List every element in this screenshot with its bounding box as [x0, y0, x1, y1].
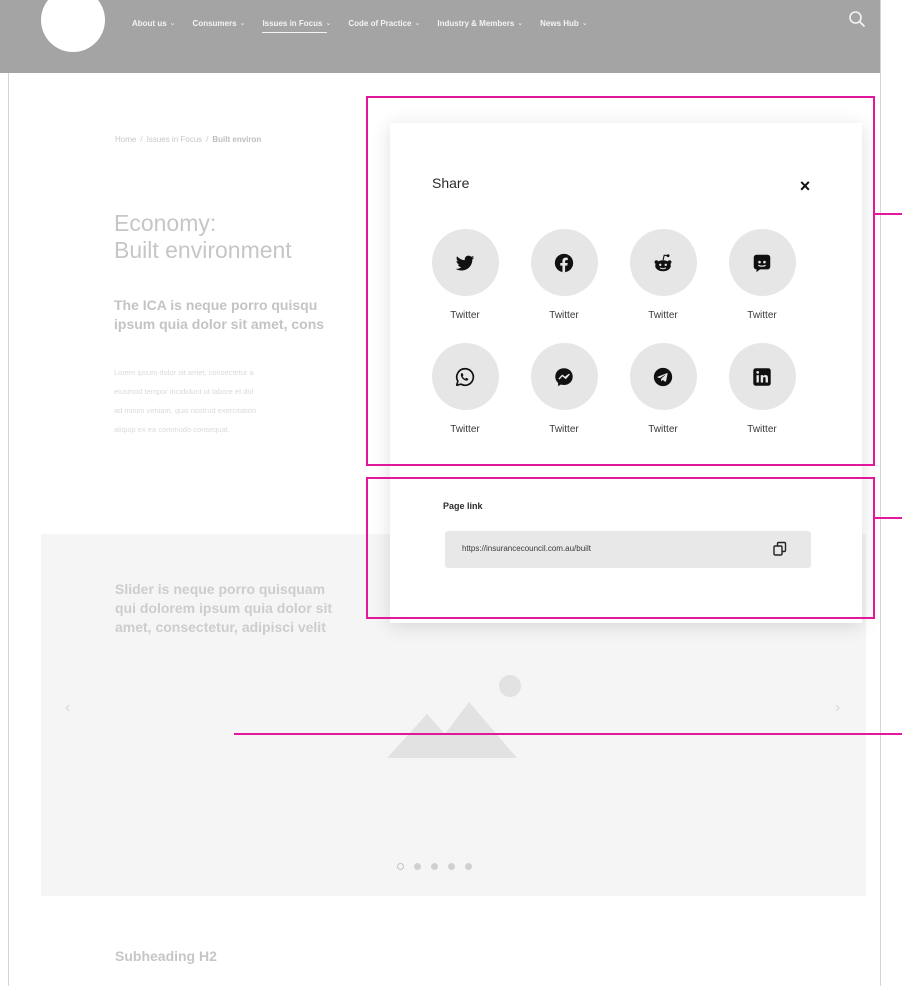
slider-dot[interactable]	[397, 863, 404, 870]
annotation-leader-line	[873, 517, 902, 519]
breadcrumb-section[interactable]: Issues in Focus	[147, 135, 203, 144]
chevron-down-icon: ⌄	[517, 20, 524, 27]
nav-item-industry-members[interactable]: Industry & Members ⌄	[437, 13, 523, 33]
nav-item-issues-in-focus[interactable]: Issues in Focus ⌄	[262, 13, 331, 33]
annotation-leader-line	[873, 213, 902, 215]
annotation-leader-line-slider	[234, 733, 902, 735]
intro-paragraph: The ICA is neque porro quisqu ipsum quia…	[114, 296, 404, 334]
intro-line: ipsum quia dolor sit amet, cons	[114, 316, 325, 332]
slider-next-button[interactable]: ›	[835, 699, 840, 717]
search-icon	[849, 11, 865, 27]
search-button[interactable]	[847, 9, 867, 29]
nav-item-news-hub[interactable]: News Hub ⌄	[540, 13, 588, 33]
image-placeholder-icon	[387, 675, 521, 758]
nav-item-label: Code of Practice	[348, 18, 412, 28]
subheading-h2: Subheading H2	[115, 948, 217, 964]
body-line: eiusmod tempor incididunt ut labore et d…	[114, 387, 254, 396]
slider-dot[interactable]	[414, 863, 421, 870]
nav-item-consumers[interactable]: Consumers ⌄	[193, 13, 246, 33]
body-line: aliquip ex ea commodo consequat.	[114, 425, 230, 434]
breadcrumb: Home / Issues in Focus / Built environ	[115, 135, 261, 144]
body-line: Lorem ipsum dolor sit amet, consectetur …	[114, 368, 254, 377]
annotation-box-share-options	[366, 96, 875, 466]
nav-item-about-us[interactable]: About us ⌄	[132, 13, 176, 33]
body-line: ad minim veniam, quis nostrud exercitati…	[114, 406, 257, 415]
slider-dot[interactable]	[448, 863, 455, 870]
nav-item-label: Consumers	[192, 18, 237, 28]
breadcrumb-separator: /	[140, 135, 143, 144]
top-nav-bar: About us ⌄ Consumers ⌄ Issues in Focus ⌄…	[0, 0, 880, 73]
slider-pagination	[397, 863, 472, 870]
chevron-down-icon: ⌄	[239, 20, 246, 27]
chevron-down-icon: ⌄	[414, 20, 421, 27]
breadcrumb-separator: /	[206, 135, 209, 144]
page-title-line: Built environment	[114, 237, 292, 263]
nav-item-label: Issues in Focus	[262, 18, 323, 28]
slider-prev-button[interactable]: ‹	[65, 699, 70, 717]
body-paragraph: Lorem ipsum dolor sit amet, consectetur …	[114, 363, 404, 439]
slider-dot[interactable]	[465, 863, 472, 870]
nav-item-label: About us	[132, 18, 167, 28]
page-frame-left	[8, 73, 9, 986]
chevron-down-icon: ⌄	[325, 20, 332, 27]
breadcrumb-home[interactable]: Home	[115, 135, 136, 144]
intro-line: The ICA is neque porro quisqu	[114, 297, 318, 313]
page-frame-right	[880, 0, 881, 986]
annotation-box-page-link	[366, 477, 875, 619]
nav-item-label: News Hub	[540, 18, 579, 28]
page-title: Economy: Built environment	[114, 210, 404, 264]
chevron-down-icon: ⌄	[169, 20, 176, 27]
nav-item-code-of-practice[interactable]: Code of Practice ⌄	[348, 13, 420, 33]
slider-dot[interactable]	[431, 863, 438, 870]
site-logo[interactable]	[41, 0, 105, 52]
slider-caption-line: amet, consectetur, adipisci velit	[115, 619, 326, 635]
chevron-down-icon: ⌄	[581, 20, 588, 27]
main-nav: About us ⌄ Consumers ⌄ Issues in Focus ⌄…	[132, 13, 588, 33]
page-title-line: Economy:	[114, 210, 217, 236]
nav-item-label: Industry & Members	[437, 18, 515, 28]
breadcrumb-current: Built environ	[212, 135, 262, 144]
